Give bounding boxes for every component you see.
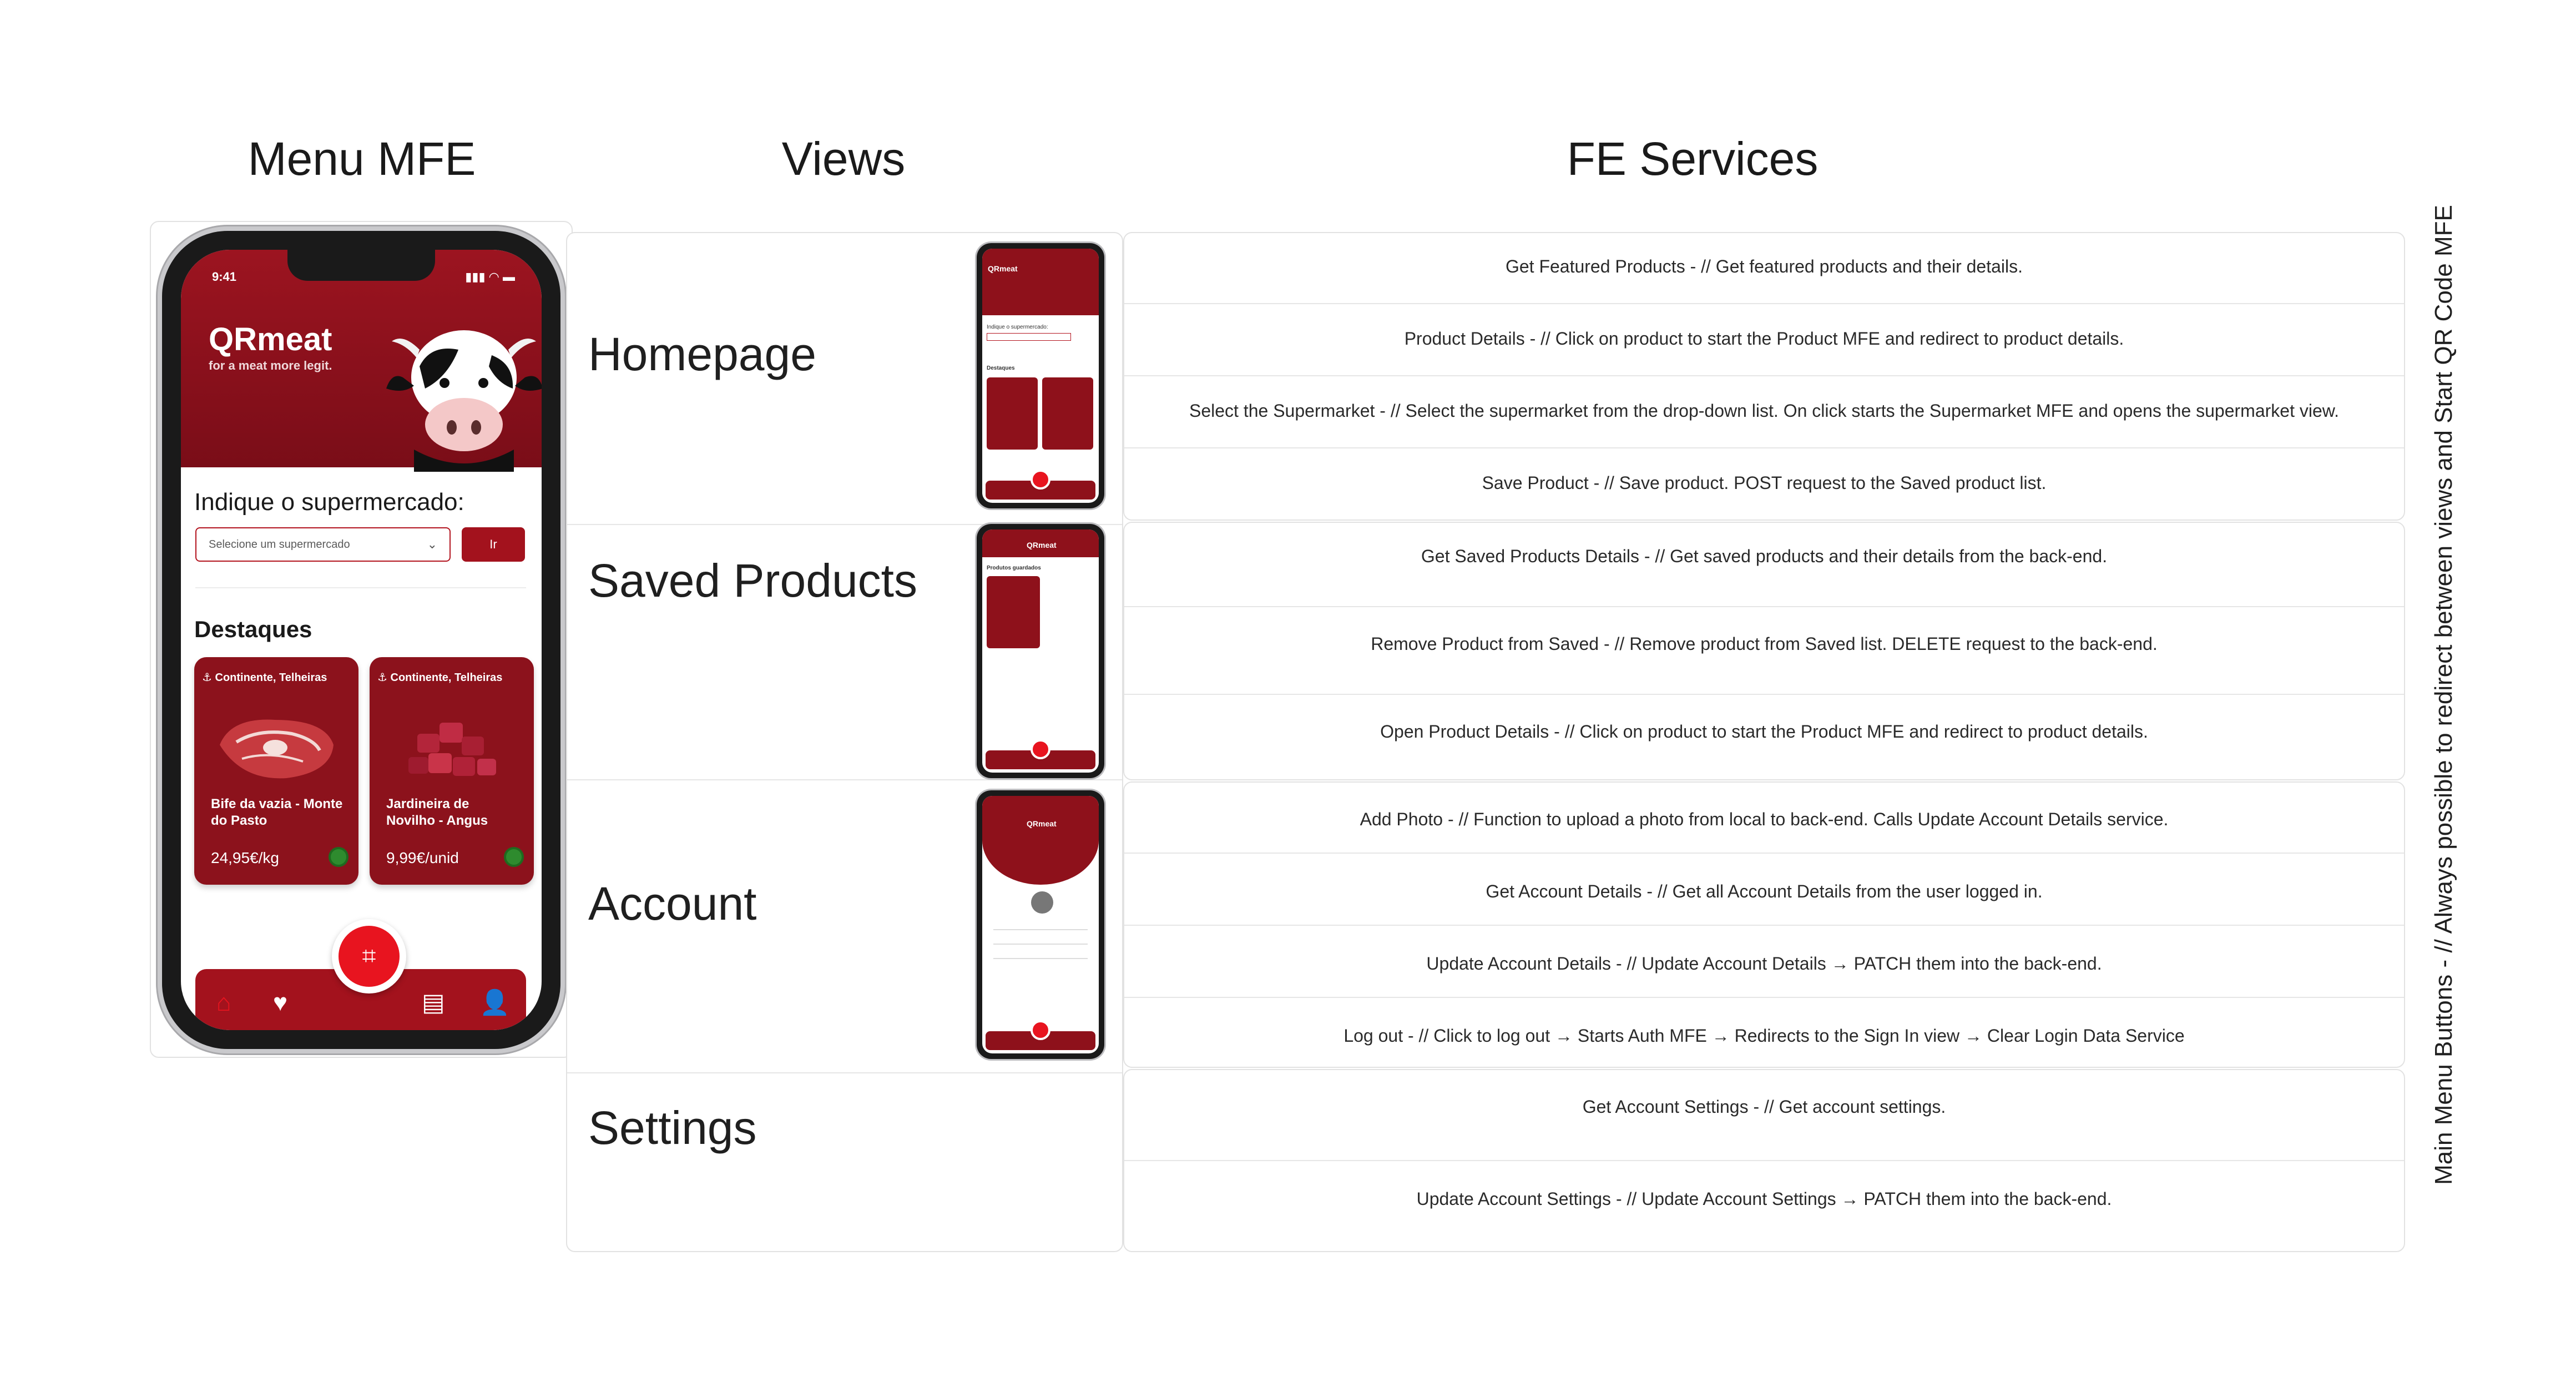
service-divider (1124, 303, 2404, 304)
service-item: Save Product - // Save product. POST req… (1482, 473, 2047, 493)
product-name: Jardineira de Novilho - Angus (386, 796, 488, 828)
product-location: ⚓ Continente, Telheiras (377, 672, 503, 684)
fe-services-title: FE Services (1567, 133, 1819, 185)
service-divider (1124, 447, 2404, 448)
service-item: Open Product Details - // Click on produ… (1380, 722, 2148, 742)
phone-mockup: 9:41 ▮▮▮ ◠ ▬ QRmeat for a meat more legi… (162, 231, 560, 1049)
view-settings: Settings (588, 1102, 757, 1154)
account-thumbnail: QRmeat (977, 790, 1104, 1059)
product-price: 24,95€/kg (211, 849, 279, 866)
qr-scan-button[interactable]: ⌗ (332, 919, 406, 993)
service-divider (1124, 694, 2404, 695)
supermarket-label: Indique o supermercado: (194, 488, 464, 516)
saved-thumbnail: QRmeat Produtos guardados (977, 524, 1104, 778)
product-name: Bife da vazia - Monte do Pasto (211, 796, 343, 828)
menu-mfe-title: Menu MFE (248, 133, 476, 185)
service-item: Select the Supermarket - // Select the s… (1189, 401, 2339, 421)
heart-icon[interactable]: ♥ (273, 989, 287, 1017)
home-icon[interactable]: ⌂ (216, 989, 231, 1017)
go-button[interactable]: Ir (462, 527, 525, 562)
status-icons: ▮▮▮ ◠ ▬ (465, 270, 515, 284)
diced-meat-image (408, 723, 496, 776)
view-account: Account (588, 877, 757, 930)
cow-illustration (386, 330, 542, 472)
service-item: Get Featured Products - // Get featured … (1505, 256, 2023, 276)
service-item: Remove Product from Saved - // Remove pr… (1371, 634, 2158, 654)
product-location: ⚓ Continente, Telheiras (202, 672, 327, 684)
service-divider (1124, 375, 2404, 376)
receipt-icon[interactable]: ▤ (422, 989, 445, 1017)
service-item: Get Saved Products Details - // Get save… (1421, 546, 2108, 566)
service-item: Get Account Details - // Get all Account… (1486, 881, 2043, 901)
product-price: 9,99€/unid (386, 849, 459, 866)
service-divider (1124, 997, 2404, 998)
views-divider (567, 1072, 1122, 1073)
view-saved-products: Saved Products (588, 554, 918, 607)
brand-logo: QRmeat (209, 321, 332, 357)
supermarket-select-placeholder: Selecione um supermercado (209, 538, 350, 551)
status-time: 9:41 (212, 270, 237, 284)
service-item: Add Photo - // Function to upload a phot… (1360, 809, 2169, 829)
homepage-thumbnail: QRmeat Indique o supermercado: Destaques (977, 243, 1104, 508)
brand-tagline: for a meat more legit. (209, 359, 332, 372)
available-icon (329, 847, 348, 867)
supermarket-select[interactable]: Selecione um supermercado ⌄ (195, 527, 451, 562)
product-card[interactable]: ⚓ Continente, Telheiras Jardineira de No… (370, 657, 534, 885)
available-icon (504, 847, 524, 867)
steak-image (220, 719, 334, 779)
views-divider (567, 779, 1122, 780)
views-title: Views (781, 133, 906, 185)
phone-notch (287, 250, 435, 281)
service-item: Update Account Details - // Update Accou… (1426, 954, 2102, 974)
service-divider (1124, 853, 2404, 854)
service-divider (1124, 1160, 2404, 1161)
service-item: Get Account Settings - // Get account se… (1582, 1097, 1946, 1117)
divider (195, 587, 526, 588)
featured-title: Destaques (194, 616, 312, 642)
phone-screen: 9:41 ▮▮▮ ◠ ▬ QRmeat for a meat more legi… (181, 250, 542, 1030)
service-item: Log out - // Click to log out → Starts A… (1343, 1026, 2185, 1046)
user-icon[interactable]: 👤 (479, 989, 510, 1017)
service-divider (1124, 606, 2404, 607)
side-note: Main Menu Buttons - // Always possible t… (2430, 205, 2457, 1185)
view-homepage: Homepage (588, 328, 816, 380)
service-item: Update Account Settings - // Update Acco… (1416, 1189, 2112, 1209)
product-card[interactable]: ⚓ Continente, Telheiras Bife da vazia - … (194, 657, 358, 885)
service-item: Product Details - // Click on product to… (1404, 329, 2124, 349)
service-divider (1124, 925, 2404, 926)
chevron-down-icon: ⌄ (427, 537, 437, 551)
